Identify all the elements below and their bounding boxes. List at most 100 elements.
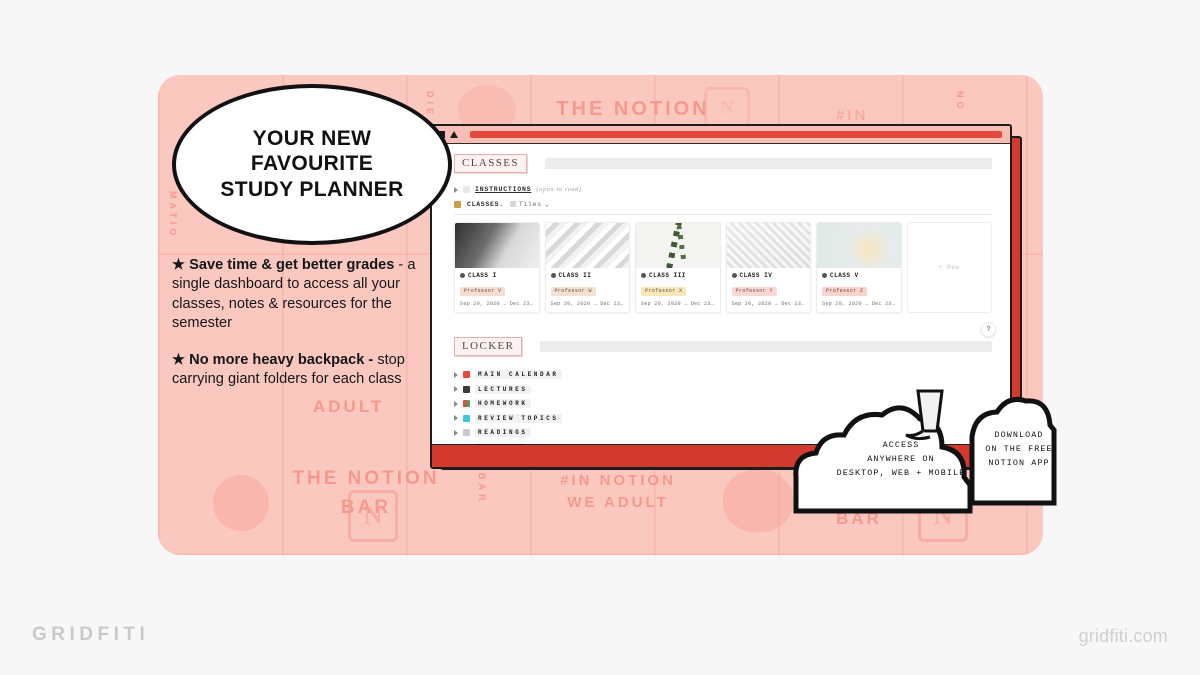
database-icon xyxy=(454,200,461,208)
classes-database-row[interactable]: CLASSES. Tiles ⌄ xyxy=(454,200,992,208)
bullet-star-icon: ★ xyxy=(172,257,186,273)
card-cover-image xyxy=(636,223,720,268)
professor-tag: Professor Z xyxy=(822,286,868,296)
database-name: CLASSES. xyxy=(467,200,504,208)
quiz-icon xyxy=(463,443,470,444)
list-item[interactable]: MAIN CALENDAR xyxy=(454,370,992,379)
card-date-range: Sep 20, 2020 → Dec 23… xyxy=(550,301,624,307)
instructions-label: INSTRUCTIONS xyxy=(475,186,532,193)
professor-tag: Professor V xyxy=(460,286,506,296)
review-icon xyxy=(463,414,470,422)
cloud-callouts: ACCESS ANYWHERE ON DESKTOP, WEB + MOBILE… xyxy=(790,385,1058,520)
card-title: CLASS V xyxy=(830,272,859,279)
notion-logo-box-top: N xyxy=(704,87,750,127)
locker-item-label: LECTURES xyxy=(475,384,531,394)
classes-card-grid: CLASS I Professor V Sep 20, 2020 → Dec 2… xyxy=(454,222,992,313)
headline-line-3: STUDY PLANNER xyxy=(220,177,404,201)
locker-heading-row: LOCKER xyxy=(454,337,992,356)
locker-item-label: MAIN CALENDAR xyxy=(475,370,562,379)
heading-placeholder-bar xyxy=(544,158,992,169)
titlebar-accent-bar xyxy=(470,131,1002,138)
heading-placeholder-bar xyxy=(540,341,992,352)
card-meta: CLASS I Professor V Sep 20, 2020 → Dec 2… xyxy=(455,268,539,312)
card-title-row: CLASS IV xyxy=(731,272,806,279)
bullet-star-icon: ★ xyxy=(172,351,186,368)
locker-item-label: REVIEW TOPICS xyxy=(475,413,562,423)
class-card[interactable]: CLASS II Professor W Sep 20, 2020 → Dec … xyxy=(544,222,630,313)
divider xyxy=(454,214,992,215)
card-title-row: CLASS II xyxy=(550,272,625,279)
class-card[interactable]: CLASS V Professor Z Sep 20, 2020 → Dec 2… xyxy=(816,222,902,313)
locker-item-label: HOMEWORK xyxy=(475,399,531,408)
card-date-range: Sep 20, 2020 → Dec 23… xyxy=(731,301,805,307)
benefit-bold-text: Save time & get better grades xyxy=(189,257,395,273)
card-title: CLASS III xyxy=(649,272,686,279)
card-meta: CLASS III Professor X Sep 20, 2020 → Dec… xyxy=(636,268,720,312)
page-icon xyxy=(460,273,465,278)
professor-tag: Professor Y xyxy=(731,286,777,296)
chevron-right-icon[interactable] xyxy=(454,415,458,421)
help-button[interactable]: ? xyxy=(981,322,996,337)
locker-item-label: READINGS xyxy=(475,428,531,437)
card-cover-image xyxy=(817,223,901,268)
benefit-item: ★ No more heavy backpack - stop carrying… xyxy=(172,351,420,390)
new-class-card-button[interactable]: + New xyxy=(906,222,992,313)
book-icon xyxy=(463,429,470,436)
note-icon xyxy=(463,186,470,193)
card-title-row: CLASS V xyxy=(822,272,896,279)
notion-logo-box-left: N xyxy=(348,490,398,542)
page-icon xyxy=(550,273,556,278)
page-icon xyxy=(641,273,646,278)
headline-line-2: FAVOURITE xyxy=(250,152,374,176)
lecture-icon xyxy=(463,385,470,393)
professor-tag: Professor X xyxy=(641,286,687,296)
professor-tag: Professor W xyxy=(550,286,596,296)
homework-icon xyxy=(463,400,470,407)
instructions-toggle[interactable]: INSTRUCTIONS (open to read) xyxy=(454,186,992,193)
chevron-right-icon[interactable] xyxy=(454,400,458,407)
gridfiti-url: gridfiti.com xyxy=(1078,626,1168,646)
card-cover-image xyxy=(545,223,629,268)
face-blob-right xyxy=(723,470,793,532)
window-titlebar[interactable] xyxy=(432,126,1010,144)
pattern-text-in-notion-we-adult: #IN NOTION WE ADULT xyxy=(560,472,676,511)
gridfiti-logo: GRIDFITI xyxy=(32,624,150,645)
card-title: CLASS IV xyxy=(739,272,773,279)
page-icon xyxy=(822,273,827,278)
pattern-text-matio: MATIO xyxy=(168,191,179,240)
card-title: CLASS I xyxy=(468,272,497,279)
card-title-row: CLASS III xyxy=(641,272,715,279)
instructions-hint: (open to read) xyxy=(536,186,582,193)
calendar-icon xyxy=(463,371,470,378)
headline-oval: YOUR NEW FAVOURITE STUDY PLANNER xyxy=(172,84,452,245)
card-cover-image xyxy=(726,223,810,268)
database-view-selector[interactable]: Tiles ⌄ xyxy=(509,200,550,208)
locker-item-label: QUIZZES xyxy=(475,442,525,444)
chevron-right-icon[interactable] xyxy=(454,429,458,436)
class-card[interactable]: CLASS IV Professor Y Sep 20, 2020 → Dec … xyxy=(725,222,811,313)
pattern-text-the-notion: THE NOTION xyxy=(556,98,710,120)
pattern-text-bar-vertical: BAR xyxy=(477,473,488,505)
benefit-list: ★ Save time & get better grades - a sing… xyxy=(172,256,420,406)
pattern-text-no: NO xyxy=(955,91,966,113)
chevron-right-icon[interactable] xyxy=(454,186,458,193)
triangle-icon[interactable] xyxy=(450,131,458,138)
face-blob-left xyxy=(213,475,269,531)
page-icon xyxy=(731,273,737,278)
benefit-bold-text: No more heavy backpack - xyxy=(189,351,374,368)
headline-line-1: YOUR NEW xyxy=(252,127,372,151)
card-meta: CLASS II Professor W Sep 20, 2020 → Dec … xyxy=(546,268,630,312)
access-cloud-text: ACCESS ANYWHERE ON DESKTOP, WEB + MOBILE xyxy=(836,440,966,478)
class-card[interactable]: CLASS I Professor V Sep 20, 2020 → Dec 2… xyxy=(454,222,540,313)
class-card[interactable]: CLASS III Professor X Sep 20, 2020 → Dec… xyxy=(635,222,721,313)
locker-heading: LOCKER xyxy=(454,337,523,356)
card-meta: CLASS V Professor Z Sep 20, 2020 → Dec 2… xyxy=(817,268,901,312)
chevron-down-icon[interactable]: ⌄ xyxy=(545,200,550,208)
benefit-item: ★ Save time & get better grades - a sing… xyxy=(172,256,420,334)
card-meta: CLASS IV Professor Y Sep 20, 2020 → Dec … xyxy=(727,268,811,312)
chevron-right-icon[interactable] xyxy=(454,371,458,378)
chevron-right-icon[interactable] xyxy=(454,386,458,392)
card-title-row: CLASS I xyxy=(460,272,534,279)
card-title: CLASS II xyxy=(558,272,592,279)
card-cover-image xyxy=(455,223,539,268)
